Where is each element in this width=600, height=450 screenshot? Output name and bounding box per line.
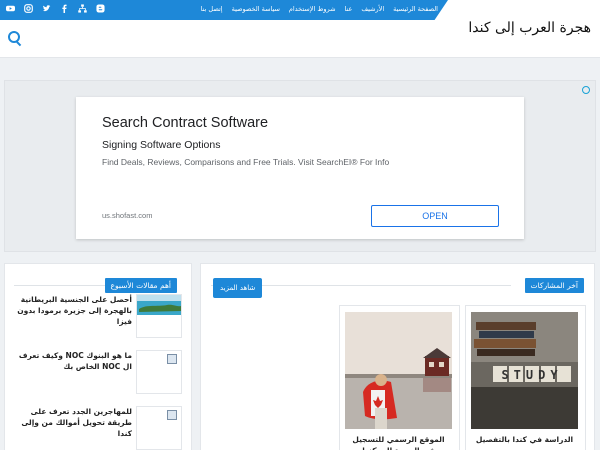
facebook-icon[interactable] (60, 4, 69, 13)
blogger-icon[interactable] (96, 4, 105, 13)
ad-title[interactable]: Search Contract Software (102, 115, 268, 131)
post-title[interactable]: للمهاجرين الجدد تعرف على طريقة تحويل أمو… (12, 406, 132, 439)
post-thumbnail[interactable] (136, 350, 182, 394)
ad-card[interactable]: Search Contract Software Signing Softwar… (76, 97, 524, 239)
nav-contact[interactable]: إتصل بنا (201, 5, 223, 13)
youtube-icon[interactable] (6, 4, 15, 13)
ad-description: Find Deals, Reviews, Comparisons and Fre… (102, 157, 390, 167)
instagram-icon[interactable] (24, 4, 33, 13)
svg-text:STUDY: STUDY (501, 368, 562, 382)
ad-subtitle: Signing Software Options (102, 139, 221, 151)
nav-terms[interactable]: شروط الإستخدام (289, 5, 336, 13)
section-divider (14, 285, 114, 286)
see-more-button[interactable]: شاهد المزيد (213, 278, 263, 298)
social-icons (6, 4, 105, 13)
recent-posts-section: آخر المشاركات شاهد المزيد STUDY الدراسة … (200, 263, 595, 450)
weekly-top-heading: أهم مقالات الأسبوع (104, 278, 177, 293)
nav-archive[interactable]: الأرشيف (361, 5, 384, 13)
section-heading-text: أهم مقالات الأسبوع (110, 281, 172, 290)
post-thumbnail-bermuda[interactable] (136, 294, 182, 338)
post-title[interactable]: ما هو البنوك NOC وكيف تعرف ال NOC الخاص … (12, 350, 132, 372)
ad-info-icon[interactable] (582, 86, 590, 94)
section-heading-text: آخر المشاركات (530, 281, 578, 290)
post-thumbnail-canada[interactable] (345, 312, 452, 429)
site-title[interactable]: هجرة العرب إلى كندا (468, 20, 591, 36)
post-title[interactable]: أحصل على الجنسية البريطانية بالهجرة إلى … (12, 294, 132, 327)
site-header: هجرة العرب إلى كندا (0, 20, 600, 58)
nav-privacy[interactable]: سياسة الخصوصية (232, 5, 280, 13)
nav-about[interactable]: عنا (345, 5, 353, 13)
broken-image-icon (167, 354, 177, 364)
post-card[interactable]: الموقع الرسمي للتسجيل في الهجرة إلى كندا (339, 305, 460, 450)
recent-posts-heading: آخر المشاركات (524, 278, 584, 293)
post-card[interactable]: STUDY الدراسة في كندا بالتفصيل (465, 305, 586, 450)
post-title[interactable]: الدراسة في كندا بالتفصيل (472, 434, 577, 445)
broken-image-icon (167, 410, 177, 420)
top-bar: الصفحة الرئيسية الأرشيف عنا شروط الإستخد… (0, 0, 600, 20)
ad-url: us.shofast.com (102, 211, 153, 220)
search-icon[interactable] (8, 31, 22, 45)
ad-open-button[interactable]: OPEN (371, 205, 499, 227)
post-thumbnail[interactable] (136, 406, 182, 450)
list-item[interactable]: ما هو البنوك NOC وكيف تعرف ال NOC الخاص … (14, 350, 182, 400)
ad-container: Search Contract Software Signing Softwar… (4, 80, 596, 252)
post-title[interactable]: الموقع الرسمي للتسجيل في الهجرة إلى كندا (346, 434, 451, 450)
twitter-icon[interactable] (42, 4, 51, 13)
sitemap-icon[interactable] (78, 4, 87, 13)
top-navigation: الصفحة الرئيسية الأرشيف عنا شروط الإستخد… (201, 0, 438, 18)
post-thumbnail-study[interactable]: STUDY (471, 312, 578, 429)
weekly-top-sidebar: أهم مقالات الأسبوع أحصل على الجنسية البر… (4, 263, 192, 450)
list-item[interactable]: للمهاجرين الجدد تعرف على طريقة تحويل أمو… (14, 406, 182, 450)
list-item[interactable]: أحصل على الجنسية البريطانية بالهجرة إلى … (14, 294, 182, 344)
nav-home[interactable]: الصفحة الرئيسية (393, 5, 438, 13)
